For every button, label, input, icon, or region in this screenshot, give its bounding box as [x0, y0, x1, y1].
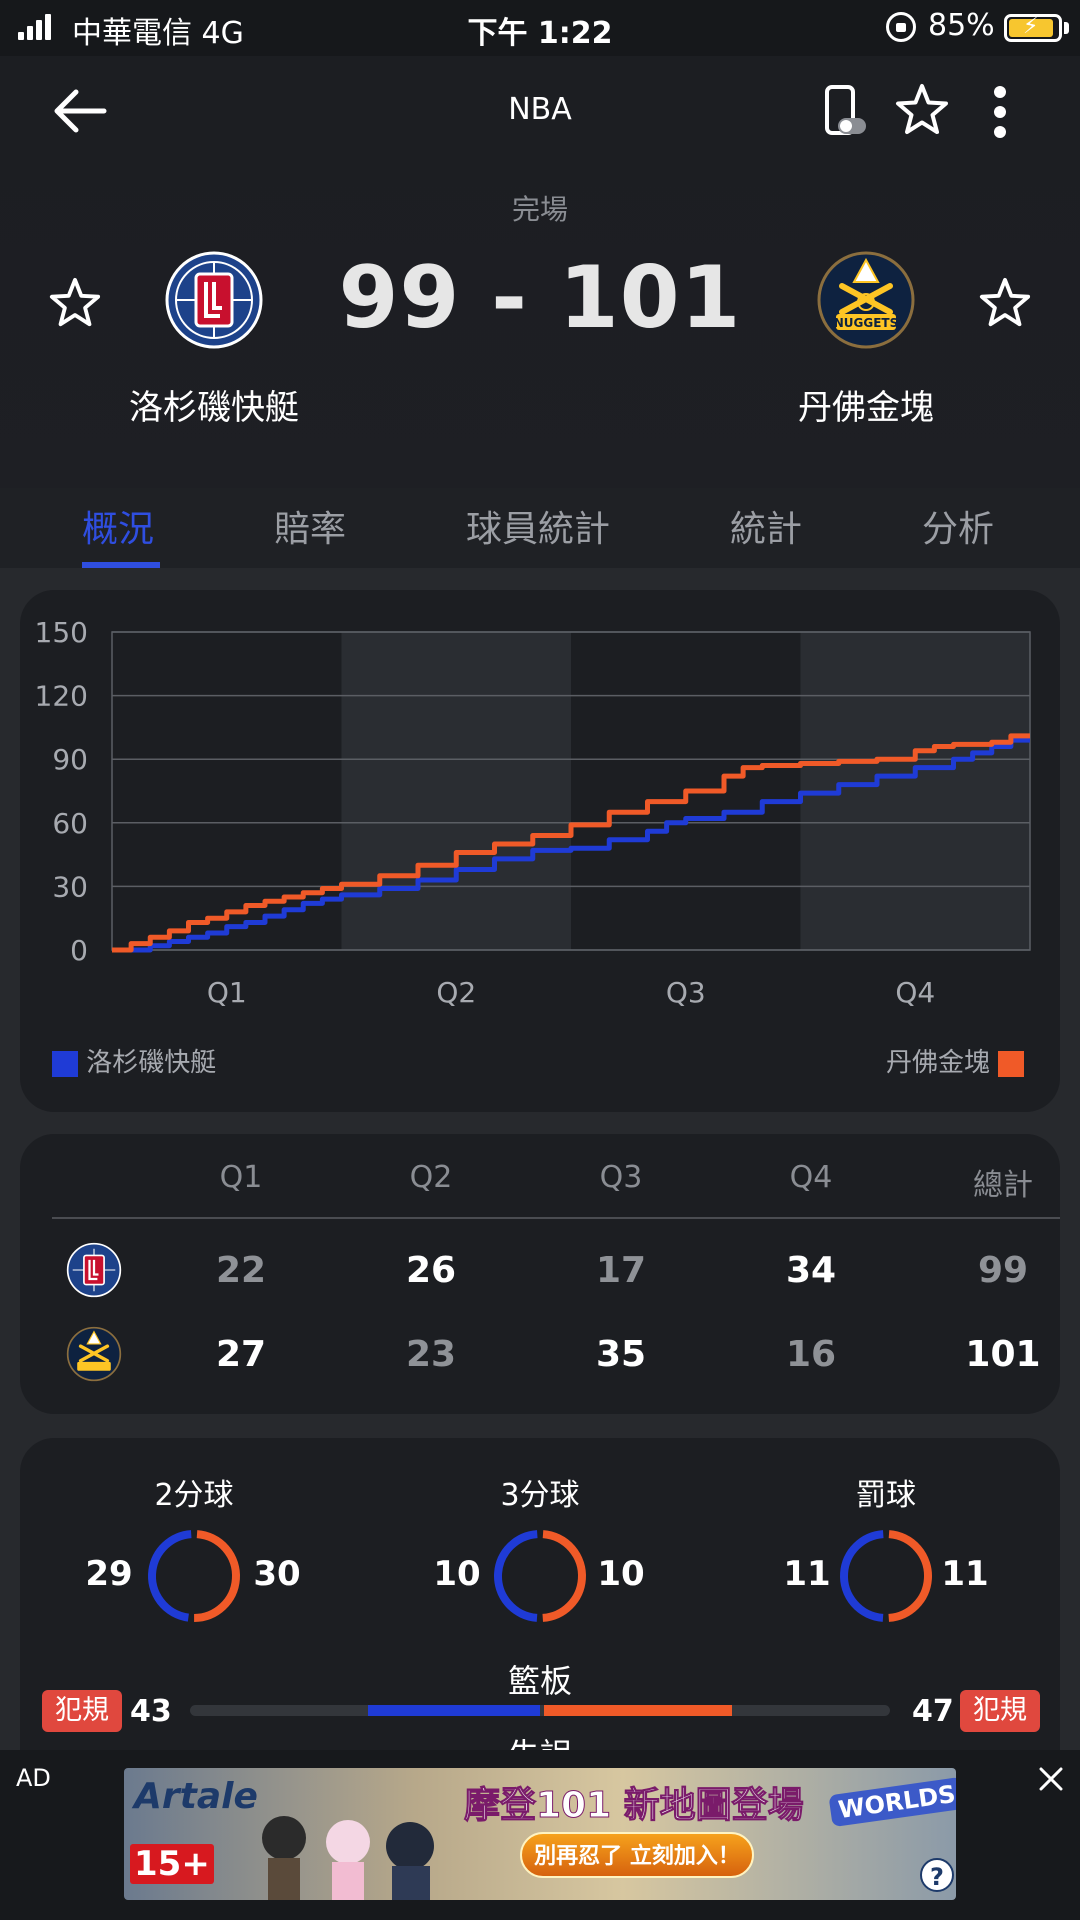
ad-headline: 摩登101 新地圖登場 [464, 1785, 805, 1827]
foul-bar-track [190, 1705, 890, 1716]
x-tick-label: Q1 [207, 976, 247, 1009]
y-tick-label: 120 [35, 680, 88, 713]
table-divider [52, 1217, 1060, 1219]
ad-age-rating: 15+ [130, 1844, 214, 1884]
score-progress-chart: 0 30 60 90 120 150 Q1 Q2 Q3 Q4 [35, 616, 1031, 1009]
table-cell: 35 [595, 1334, 647, 1375]
legend-home-label: 洛杉磯快艇 [86, 1048, 217, 1078]
y-tick-label: 60 [52, 807, 88, 840]
header-q4: Q4 [789, 1160, 833, 1195]
table-cell: 17 [595, 1250, 647, 1291]
table-cell: 101 [965, 1334, 1041, 1375]
foul-bar-away [544, 1705, 732, 1716]
ad-worlds-badge: WORLDS [828, 1776, 956, 1828]
table-cell: 26 [405, 1250, 457, 1291]
header-q3: Q3 [599, 1160, 643, 1195]
legend-away: 丹佛金塊 [886, 1042, 1025, 1079]
legend-home-swatch [52, 1050, 78, 1077]
y-tick-label: 0 [70, 934, 88, 967]
y-tick-label: 30 [52, 870, 88, 903]
table-cell: 23 [405, 1334, 457, 1375]
ring-2pt [148, 1530, 240, 1622]
ad-banner-area: AD Artale 摩登101 新地圖登場 別再忍了 立刻加入！ 15+ WOR… [0, 1750, 1080, 1920]
stat-away-2pt: 30 [253, 1554, 301, 1594]
table-cell: 34 [785, 1250, 837, 1291]
legend-away-swatch [998, 1050, 1025, 1077]
ring-ft [840, 1530, 932, 1622]
ad-image[interactable]: Artale 摩登101 新地圖登場 別再忍了 立刻加入！ 15+ WORLDS… [124, 1768, 956, 1900]
table-cell: 22 [215, 1250, 267, 1291]
ad-cta-button[interactable]: 別再忍了 立刻加入！ [520, 1832, 754, 1878]
stat-label-3pt: 3分球 [500, 1478, 580, 1513]
stat-label-2pt: 2分球 [154, 1478, 234, 1513]
quarter-score-card [20, 1134, 1060, 1414]
ring-3pt [494, 1530, 586, 1622]
legend-away-label: 丹佛金塊 [886, 1048, 991, 1078]
ad-characters-illustration [262, 1816, 434, 1900]
x-tick-label: Q3 [666, 976, 706, 1009]
quarter-band [341, 632, 571, 950]
table-cell: 27 [215, 1334, 267, 1375]
x-tick-label: Q4 [895, 976, 935, 1009]
header-q2: Q2 [409, 1160, 453, 1195]
foul-badge-away: 犯規 [960, 1690, 1040, 1732]
stat-away-ft: 11 [941, 1554, 989, 1594]
x-tick-label: Q2 [436, 976, 476, 1009]
stat-home-ft: 11 [783, 1554, 831, 1594]
stat-away-3pt: 10 [597, 1554, 645, 1594]
nuggets-logo-small [66, 1326, 122, 1382]
close-icon[interactable] [1038, 1766, 1064, 1792]
ad-tag: AD [16, 1764, 51, 1792]
foul-home-count: 43 [130, 1694, 172, 1729]
stat-home-3pt: 10 [433, 1554, 481, 1594]
foul-bar-home [367, 1705, 540, 1716]
ring-home-arc [148, 1530, 240, 1622]
header-total: 總計 [973, 1168, 1033, 1203]
clippers-logo-small [66, 1242, 122, 1298]
stat-label-ft: 罰球 [856, 1478, 916, 1513]
foul-away-count: 47 [912, 1694, 954, 1729]
table-cell: 99 [977, 1250, 1029, 1291]
help-icon[interactable]: ? [920, 1858, 954, 1892]
y-tick-label: 90 [52, 743, 88, 776]
table-cell: 16 [785, 1334, 837, 1375]
foul-badge-home: 犯規 [42, 1690, 122, 1732]
stat-home-2pt: 29 [85, 1554, 133, 1594]
header-q1: Q1 [219, 1160, 263, 1195]
legend-home: 洛杉磯快艇 [52, 1042, 216, 1079]
ad-brand: Artale [134, 1776, 258, 1817]
y-tick-label: 150 [35, 616, 88, 649]
